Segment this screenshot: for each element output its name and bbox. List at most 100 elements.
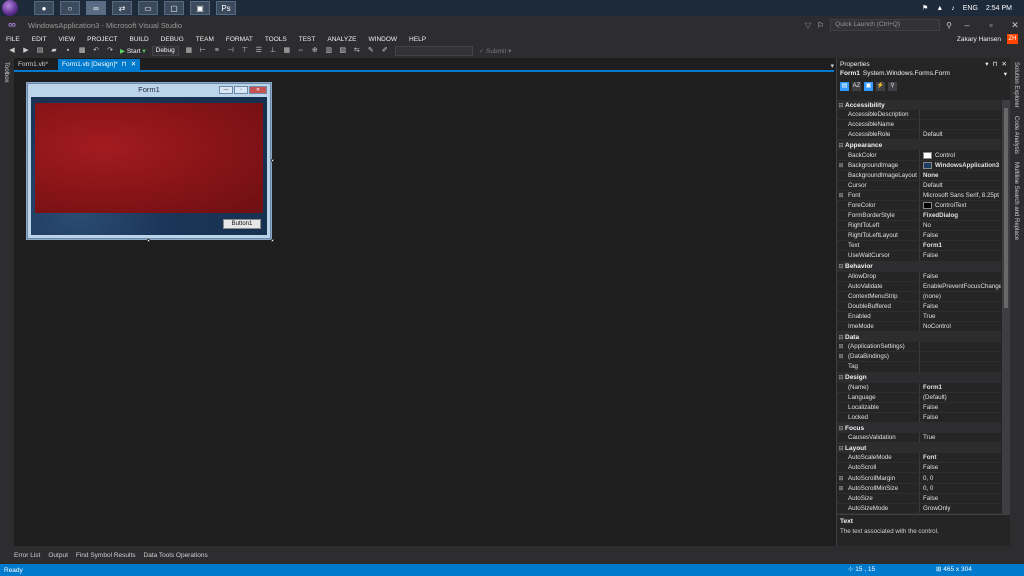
property-row[interactable]: AccessibleRole Default	[837, 130, 1001, 141]
save-icon[interactable]: ▪	[64, 47, 72, 55]
property-value[interactable]: False	[919, 402, 1001, 412]
property-value[interactable]	[919, 352, 1001, 362]
data-tools-operations-tab[interactable]: Data Tools Operations	[144, 552, 208, 559]
menu-edit[interactable]: EDIT	[32, 36, 47, 43]
property-row[interactable]: AutoScaleMode Font	[837, 453, 1001, 464]
toolbar-options-icon[interactable]: ▦	[185, 47, 193, 55]
quick-launch-input[interactable]: Quick Launch (Ctrl+Q)	[830, 19, 941, 31]
alphabetical-icon[interactable]: AZ	[852, 81, 861, 91]
property-row[interactable]: ⊞ (DataBindings)	[837, 352, 1001, 363]
tab-order-icon[interactable]: ⇆	[353, 47, 361, 55]
property-row[interactable]: ⊞ Font Microsoft Sans Serif, 8.25pt	[837, 190, 1001, 201]
property-row[interactable]: ForeColor ControlText	[837, 200, 1001, 212]
property-row[interactable]: AccessibleDescription	[837, 110, 1001, 121]
property-value[interactable]: True	[919, 433, 1001, 443]
property-row[interactable]: Locked False	[837, 412, 1001, 423]
menu-test[interactable]: TEST	[299, 36, 316, 43]
open-file-icon[interactable]: ▰	[50, 47, 58, 55]
collapse-icon[interactable]: ⊟	[837, 425, 845, 432]
property-value[interactable]: GrowOnly	[919, 503, 1001, 513]
align-middle-icon[interactable]: ☰	[255, 47, 263, 55]
menu-view[interactable]: VIEW	[59, 36, 76, 43]
property-value[interactable]: 0, 0	[919, 483, 1001, 493]
property-value[interactable]	[919, 120, 1001, 130]
form-client-area[interactable]: Button1	[31, 97, 267, 235]
property-value[interactable]: False	[919, 271, 1001, 281]
bring-front-icon[interactable]: ▧	[339, 47, 347, 55]
configuration-dropdown[interactable]: Debug	[151, 46, 179, 56]
property-value[interactable]: True	[919, 311, 1001, 322]
redo-icon[interactable]: ↷	[106, 47, 114, 55]
object-selector-chevron-icon[interactable]: ▾	[1004, 70, 1007, 80]
property-value[interactable]: FixedDialog	[919, 211, 1001, 221]
network-icon[interactable]: ▲	[936, 5, 943, 12]
form-designer-surface[interactable]: Form1 — ▫ ✕ Button1	[14, 74, 834, 546]
property-value[interactable]: Font	[919, 453, 1001, 463]
property-row[interactable]: Enabled True	[837, 311, 1001, 323]
align-right-icon[interactable]: ⊣	[227, 47, 235, 55]
back-icon[interactable]: ◀	[8, 47, 16, 55]
size-grid-icon[interactable]: ▦	[283, 47, 291, 55]
property-row[interactable]: BackgroundImageLayout None	[837, 170, 1001, 181]
categorized-icon[interactable]: ▤	[840, 81, 849, 91]
property-value[interactable]: None	[919, 170, 1001, 180]
expand-icon[interactable]: ⊞	[837, 353, 845, 360]
maximize-button[interactable]: ▫	[982, 20, 1000, 30]
brush-icon[interactable]: ✐	[381, 47, 389, 55]
notification-flag-icon[interactable]: ⚐	[817, 21, 824, 30]
property-value[interactable]: False	[919, 251, 1001, 261]
property-category[interactable]: ⊟ Behavior	[837, 261, 1001, 272]
property-row[interactable]: AccessibleName	[837, 120, 1001, 131]
code-analysis-tab[interactable]: Code Analysis	[1013, 116, 1019, 154]
menu-team[interactable]: TEAM	[196, 36, 214, 43]
search-icon[interactable]: ⚲	[946, 21, 952, 30]
property-row[interactable]: ⊞ (ApplicationSettings)	[837, 342, 1001, 353]
collapse-icon[interactable]: ⊟	[837, 374, 845, 381]
undo-icon[interactable]: ↶	[92, 47, 100, 55]
tab-form1-code[interactable]: Form1.vb*	[14, 59, 52, 70]
property-row[interactable]: Text Form1	[837, 241, 1001, 252]
events-icon[interactable]: ⚡	[876, 81, 885, 91]
property-row[interactable]: ⊞ AutoScrollMinSize 0, 0	[837, 483, 1001, 494]
user-name[interactable]: Zakary Hansen	[957, 36, 1001, 43]
property-row[interactable]: Language (Default)	[837, 392, 1001, 403]
property-value[interactable]: EnablePreventFocusChange	[919, 281, 1001, 291]
property-row[interactable]: AutoSize False	[837, 493, 1001, 504]
align-center-icon[interactable]: ≡	[213, 47, 221, 55]
new-project-icon[interactable]: ▤	[36, 47, 44, 55]
property-row[interactable]: AutoScroll False	[837, 463, 1001, 474]
property-category[interactable]: ⊟ Focus	[837, 423, 1001, 434]
property-row[interactable]: AllowDrop False	[837, 271, 1001, 282]
minimize-button[interactable]: –	[958, 20, 976, 30]
taskbar-visualstudio-icon[interactable]: ∞	[86, 1, 106, 15]
property-row[interactable]: AutoSizeMode GrowOnly	[837, 503, 1001, 514]
center-icon[interactable]: ⊕	[311, 47, 319, 55]
collapse-icon[interactable]: ⊟	[837, 334, 845, 341]
resize-handle-corner[interactable]	[271, 239, 274, 242]
form1-preview[interactable]: Form1 — ▫ ✕ Button1	[26, 82, 272, 240]
property-row[interactable]: Cursor Default	[837, 180, 1001, 191]
pin-icon[interactable]: ⊓	[122, 59, 127, 70]
filter-icon[interactable]: ▽	[805, 21, 811, 30]
button1[interactable]: Button1	[223, 219, 261, 229]
solution-explorer-tab[interactable]: Solution Explorer	[1013, 62, 1019, 108]
start-button[interactable]: ▶ Start ▾	[120, 47, 146, 55]
taskbar-opera-icon[interactable]: ○	[60, 1, 80, 15]
menu-file[interactable]: FILE	[6, 36, 20, 43]
align-left-icon[interactable]: ⊢	[199, 47, 207, 55]
taskbar-chrome-icon[interactable]: ●	[34, 1, 54, 15]
property-row[interactable]: RightToLeft No	[837, 221, 1001, 232]
property-category[interactable]: ⊟ Design	[837, 372, 1001, 383]
expand-icon[interactable]: ⊞	[837, 343, 845, 350]
start-orb-icon[interactable]	[2, 0, 18, 16]
tray-clock[interactable]: 2:54 PM	[986, 5, 1012, 12]
property-row[interactable]: AutoValidate EnablePreventFocusChange	[837, 281, 1001, 292]
submit-target-dropdown[interactable]	[394, 46, 473, 56]
forward-icon[interactable]: ▶	[22, 47, 30, 55]
pen-icon[interactable]: ✎	[367, 47, 375, 55]
collapse-icon[interactable]: ⊟	[837, 142, 845, 149]
property-grid-scrollbar[interactable]	[1002, 100, 1010, 514]
property-value[interactable]: Default	[919, 180, 1001, 190]
panel-dropdown-icon[interactable]: ▾	[985, 60, 988, 68]
align-bottom-icon[interactable]: ⊥	[269, 47, 277, 55]
